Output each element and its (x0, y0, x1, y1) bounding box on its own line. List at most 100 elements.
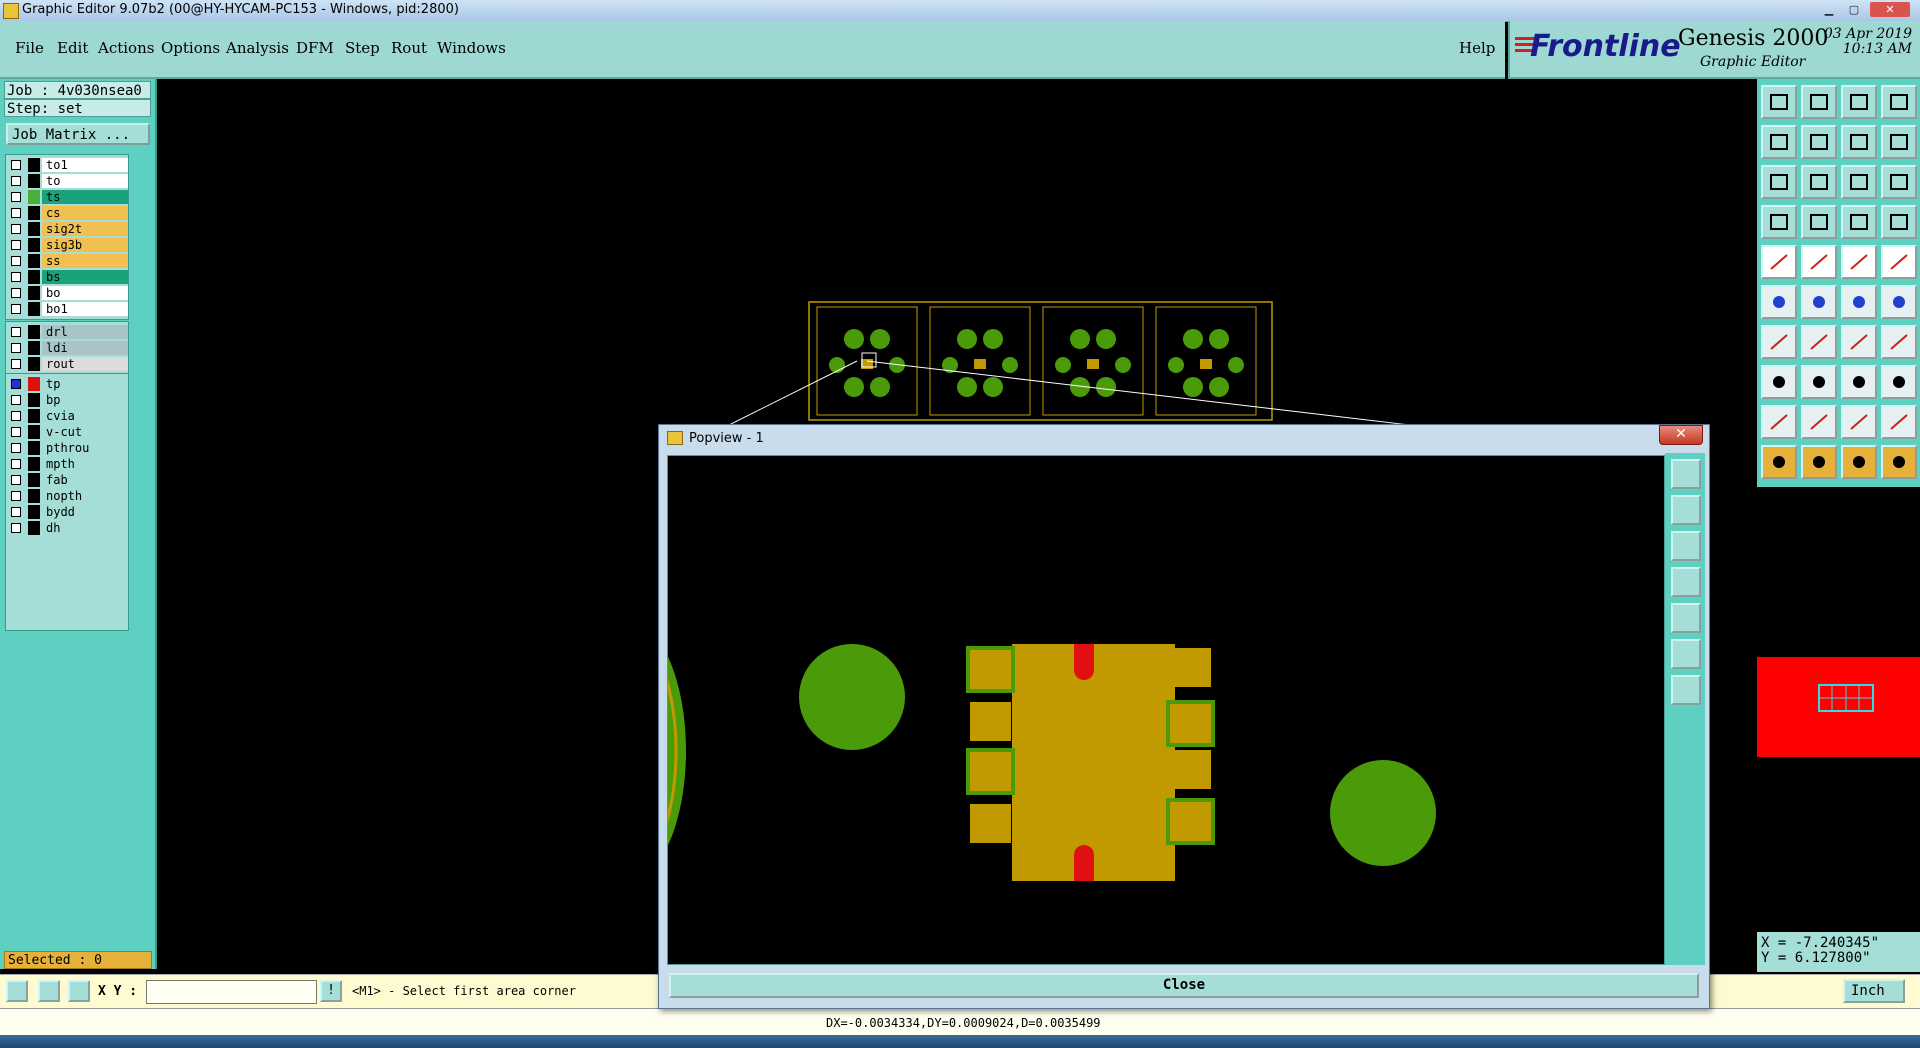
net-icon[interactable] (1841, 205, 1877, 239)
layer-color-swatch[interactable] (28, 457, 40, 471)
pan-right-icon[interactable] (1671, 603, 1701, 633)
fit-screen-icon[interactable] (1671, 639, 1701, 669)
snap-icon[interactable] (1761, 205, 1797, 239)
layer-checkbox[interactable] (11, 507, 21, 517)
layer-row-mpth[interactable]: mpth (6, 456, 128, 472)
layer-checkbox[interactable] (11, 272, 21, 282)
layer-row-pthrou[interactable]: pthrou (6, 440, 128, 456)
arc-icon[interactable] (1841, 325, 1877, 359)
layer-row-bo[interactable]: bo (6, 285, 128, 301)
layer-checkbox[interactable] (11, 411, 21, 421)
layer-color-swatch[interactable] (28, 393, 40, 407)
link-icon[interactable] (1881, 285, 1917, 319)
move-icon[interactable] (1761, 365, 1797, 399)
zoom-next-icon[interactable] (1801, 125, 1837, 159)
menu-edit[interactable]: Edit (57, 39, 88, 57)
layer-row-bo1[interactable]: bo1 (6, 301, 128, 317)
xy-input[interactable] (146, 980, 317, 1004)
zoom-home-icon[interactable] (1671, 459, 1701, 489)
menu-step[interactable]: Step (345, 39, 380, 57)
save-icon[interactable] (1801, 85, 1837, 119)
layer-row-to1[interactable]: to1 (6, 157, 128, 173)
layer-row-cs[interactable]: cs (6, 205, 128, 221)
pad-round-icon[interactable] (1881, 245, 1917, 279)
node-icon[interactable] (1761, 285, 1797, 319)
zoom-prev-icon[interactable] (1761, 125, 1797, 159)
select-icon[interactable] (1761, 445, 1797, 479)
layer-color-swatch[interactable] (28, 190, 40, 204)
layer-color-swatch[interactable] (28, 254, 40, 268)
menu-windows[interactable]: Windows (437, 39, 506, 57)
layer-checkbox[interactable] (11, 288, 21, 298)
fit-icon[interactable] (1761, 165, 1797, 199)
layer-checkbox[interactable] (11, 379, 21, 389)
menu-help[interactable]: Help (1459, 39, 1495, 57)
info-icon[interactable]: ! (320, 980, 342, 1002)
layer-color-swatch[interactable] (28, 521, 40, 535)
layer-checkbox[interactable] (11, 475, 21, 485)
pan-icon[interactable] (1841, 125, 1877, 159)
layer-color-swatch[interactable] (28, 473, 40, 487)
mark-icon[interactable] (1761, 245, 1797, 279)
layer-row-drl[interactable]: drl (6, 324, 128, 340)
layer-row-dh[interactable]: dh (6, 520, 128, 536)
layer-row-sig3b[interactable]: sig3b (6, 237, 128, 253)
draw-icon[interactable] (1801, 245, 1837, 279)
layer-color-swatch[interactable] (28, 158, 40, 172)
layer-row-ss[interactable]: ss (6, 253, 128, 269)
arrow-up-icon[interactable] (1801, 405, 1837, 439)
line-icon[interactable] (1761, 325, 1797, 359)
layer-checkbox[interactable] (11, 176, 21, 186)
copy-icon[interactable] (1881, 365, 1917, 399)
step-icon[interactable] (1881, 125, 1917, 159)
overview-panel[interactable] (1757, 487, 1920, 932)
layer-checkbox[interactable] (11, 395, 21, 405)
minimize-icon[interactable]: ▁ (1818, 2, 1840, 17)
layer-stack-icon[interactable] (1881, 205, 1917, 239)
layer-checkbox[interactable] (11, 304, 21, 314)
help-icon[interactable] (1881, 165, 1917, 199)
layer-checkbox[interactable] (11, 327, 21, 337)
measure-icon[interactable] (1841, 245, 1877, 279)
menu-file[interactable]: File (15, 39, 44, 57)
popview-canvas[interactable] (667, 455, 1665, 965)
layer-checkbox[interactable] (11, 160, 21, 170)
layer-row-bydd[interactable]: bydd (6, 504, 128, 520)
layer-checkbox[interactable] (11, 523, 21, 533)
layer-row-ldi[interactable]: ldi (6, 340, 128, 356)
layer-row-fab[interactable]: fab (6, 472, 128, 488)
layer-checkbox[interactable] (11, 443, 21, 453)
split-view-icon[interactable] (1881, 85, 1917, 119)
layer-row-bs[interactable]: bs (6, 269, 128, 285)
layer-row-to[interactable]: to (6, 173, 128, 189)
zoom-in-region-icon[interactable] (1671, 495, 1701, 525)
triangle-icon[interactable] (1761, 405, 1797, 439)
layer-color-swatch[interactable] (28, 505, 40, 519)
layer-checkbox[interactable] (11, 427, 21, 437)
layer-color-swatch[interactable] (28, 377, 40, 391)
resize-icon[interactable] (1841, 365, 1877, 399)
layer-row-rout[interactable]: rout (6, 356, 128, 372)
open-icon[interactable] (1761, 85, 1797, 119)
layer-color-swatch[interactable] (28, 325, 40, 339)
layer-row-tp[interactable]: tp (6, 376, 128, 392)
layer-checkbox[interactable] (11, 240, 21, 250)
layer-color-swatch[interactable] (28, 341, 40, 355)
menu-rout[interactable]: Rout (391, 39, 427, 57)
unit-selector[interactable]: Inch (1843, 979, 1905, 1003)
layer-row-ts[interactable]: ts (6, 189, 128, 205)
scale-icon[interactable] (1841, 165, 1877, 199)
multi-select-icon[interactable] (1881, 445, 1917, 479)
angle-icon[interactable] (38, 980, 60, 1002)
point-icon[interactable] (1841, 445, 1877, 479)
pan-left-icon[interactable] (1671, 567, 1701, 597)
layer-color-swatch[interactable] (28, 206, 40, 220)
job-matrix-button[interactable]: Job Matrix ... (6, 123, 150, 145)
layer-checkbox[interactable] (11, 459, 21, 469)
menu-actions[interactable]: Actions (98, 39, 154, 57)
layer-color-swatch[interactable] (28, 222, 40, 236)
layer-color-swatch[interactable] (28, 425, 40, 439)
popview-close-button[interactable]: Close (669, 973, 1699, 998)
popview-close-icon[interactable]: ✕ (1659, 425, 1703, 445)
layer-checkbox[interactable] (11, 491, 21, 501)
